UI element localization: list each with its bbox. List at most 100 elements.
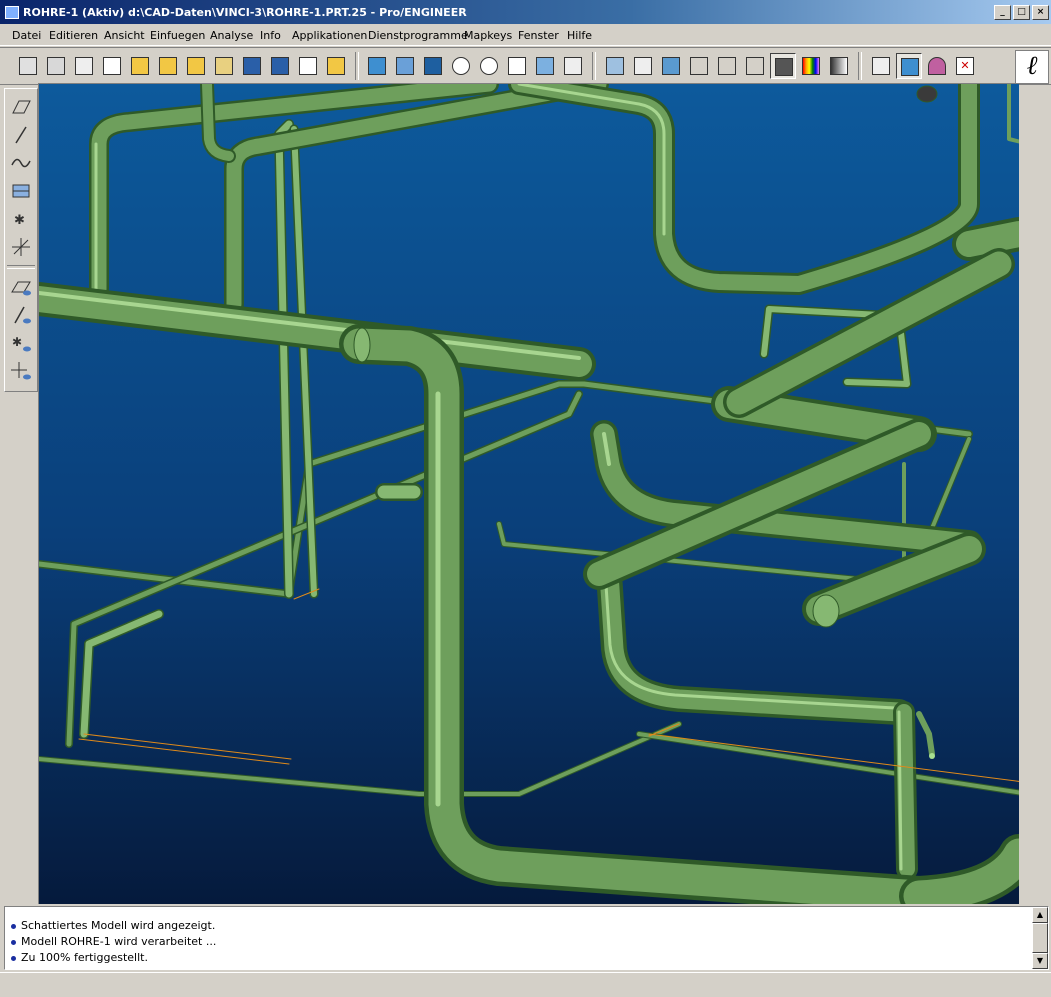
select-datum-button[interactable] (896, 53, 922, 79)
open-model-icon (131, 57, 149, 75)
close-window-button[interactable]: ✕ (952, 53, 976, 77)
plot-button[interactable] (71, 53, 95, 77)
menu-dienstprogramme[interactable]: Dienstprogramme (368, 29, 468, 42)
scroll-down-icon[interactable]: ▼ (1032, 953, 1048, 969)
scroll-thumb[interactable] (1032, 923, 1048, 953)
spin-center-button[interactable] (420, 53, 444, 77)
pdf-export-button[interactable] (99, 53, 123, 77)
refit-icon (508, 57, 526, 75)
redraw-icon (396, 57, 414, 75)
bullet-icon (11, 939, 16, 945)
open-file-icon (327, 57, 345, 75)
minimize-button[interactable]: _ (994, 5, 1011, 20)
regenerate-button[interactable] (364, 53, 388, 77)
datum-curve-button[interactable] (9, 151, 33, 175)
zoom-in-button[interactable] (448, 53, 472, 77)
svg-text:✱: ✱ (14, 213, 25, 228)
svg-text:✱: ✱ (12, 335, 22, 349)
menu-ansicht[interactable]: Ansicht (104, 29, 145, 42)
app-icon[interactable] (5, 6, 19, 19)
menu-fenster[interactable]: Fenster (518, 29, 559, 42)
zoom-in-icon (452, 57, 470, 75)
datum-axes-icon (872, 57, 890, 75)
plane-display-button[interactable] (9, 275, 33, 299)
scroll-up-icon[interactable]: ▲ (1032, 907, 1048, 923)
datum-point-button[interactable]: ✱ (9, 207, 33, 231)
save-copy-button[interactable] (267, 53, 291, 77)
datum-curve-icon (11, 158, 31, 168)
graphics-viewport[interactable] (38, 83, 1019, 904)
point-display-icon: ✱ (12, 335, 31, 352)
shading-icon (775, 58, 793, 76)
redraw-button[interactable] (392, 53, 416, 77)
color-palette-button[interactable] (798, 53, 822, 77)
csys-display-button[interactable] (9, 359, 33, 383)
proengineer-logo: ℓ (1015, 50, 1049, 84)
spin-button[interactable] (924, 53, 948, 77)
datum-point-array-button[interactable] (9, 179, 33, 203)
menu-info[interactable]: Info (260, 29, 281, 42)
menu-applikationen[interactable]: Applikationen (292, 29, 367, 42)
window-title: ROHRE-1 (Aktiv) d:\CAD-Daten\VINCI-3\ROH… (23, 6, 467, 19)
wireframe-button[interactable] (686, 53, 710, 77)
open-session-button[interactable] (211, 53, 235, 77)
hidden-line-button[interactable] (714, 53, 738, 77)
menu-einfuegen[interactable]: Einfuegen (150, 29, 205, 42)
menu-analyse[interactable]: Analyse (210, 29, 253, 42)
shading-button[interactable] (770, 53, 796, 79)
message-scrollbar[interactable]: ▲ ▼ (1032, 907, 1048, 969)
zoom-out-button[interactable] (476, 53, 500, 77)
coordinate-system-button[interactable] (9, 235, 33, 259)
status-bar (0, 972, 1051, 997)
message-area: Schattiertes Modell wird angezeigt. Mode… (4, 906, 1049, 970)
coordinate-system-icon (12, 238, 30, 256)
model-tree-icon (564, 57, 582, 75)
menu-mapkeys[interactable]: Mapkeys (464, 29, 512, 42)
datum-point-array-icon (12, 184, 30, 198)
dimension-button[interactable] (630, 53, 654, 77)
datum-point-icon: ✱ (14, 213, 25, 228)
message-line: Zu 100% fertiggestellt. (11, 951, 148, 964)
no-hidden-button[interactable] (742, 53, 766, 77)
menu-datei[interactable]: Datei (12, 29, 41, 42)
menu-bar: Datei Editieren Ansicht Einfuegen Analys… (0, 25, 1051, 46)
save-button[interactable] (239, 53, 263, 77)
gradient-button[interactable] (826, 53, 850, 77)
maximize-button[interactable]: □ (1013, 5, 1030, 20)
open-recent-button[interactable] (183, 53, 207, 77)
title-bar: ROHRE-1 (Aktiv) d:\CAD-Daten\VINCI-3\ROH… (0, 0, 1051, 24)
save-icon (243, 57, 261, 75)
message-text: Zu 100% fertiggestellt. (21, 951, 148, 964)
plane-display-icon (11, 281, 31, 296)
menu-editieren[interactable]: Editieren (49, 29, 98, 42)
message-text: Modell ROHRE-1 wird verarbeitet ... (21, 935, 217, 948)
open-model-button[interactable] (127, 53, 151, 77)
spin-icon (928, 57, 946, 75)
open-folder-button[interactable] (155, 53, 179, 77)
datum-axes-button[interactable] (868, 53, 892, 77)
layers-button[interactable] (602, 53, 626, 77)
menu-hilfe[interactable]: Hilfe (567, 29, 592, 42)
print-preview-button[interactable] (43, 53, 67, 77)
axis-display-button[interactable] (9, 303, 33, 327)
open-file-button[interactable] (323, 53, 347, 77)
named-views-button[interactable] (532, 53, 556, 77)
toolbar-separator (858, 52, 862, 80)
close-button[interactable]: × (1032, 5, 1049, 20)
model-tree-button[interactable] (560, 53, 584, 77)
dimension-icon (634, 57, 652, 75)
datum-plane-button[interactable] (9, 95, 33, 119)
hidden-line-icon (718, 57, 736, 75)
open-folder-icon (159, 57, 177, 75)
datum-axis-button[interactable] (9, 123, 33, 147)
orient-button[interactable] (658, 53, 682, 77)
csys-display-icon (11, 362, 31, 380)
no-hidden-icon (746, 57, 764, 75)
spin-center-icon (424, 57, 442, 75)
color-palette-icon (802, 57, 820, 75)
print-button[interactable] (15, 53, 39, 77)
new-file-button[interactable] (295, 53, 319, 77)
point-display-button[interactable]: ✱ (9, 331, 33, 355)
refit-button[interactable] (504, 53, 528, 77)
plot-icon (75, 57, 93, 75)
